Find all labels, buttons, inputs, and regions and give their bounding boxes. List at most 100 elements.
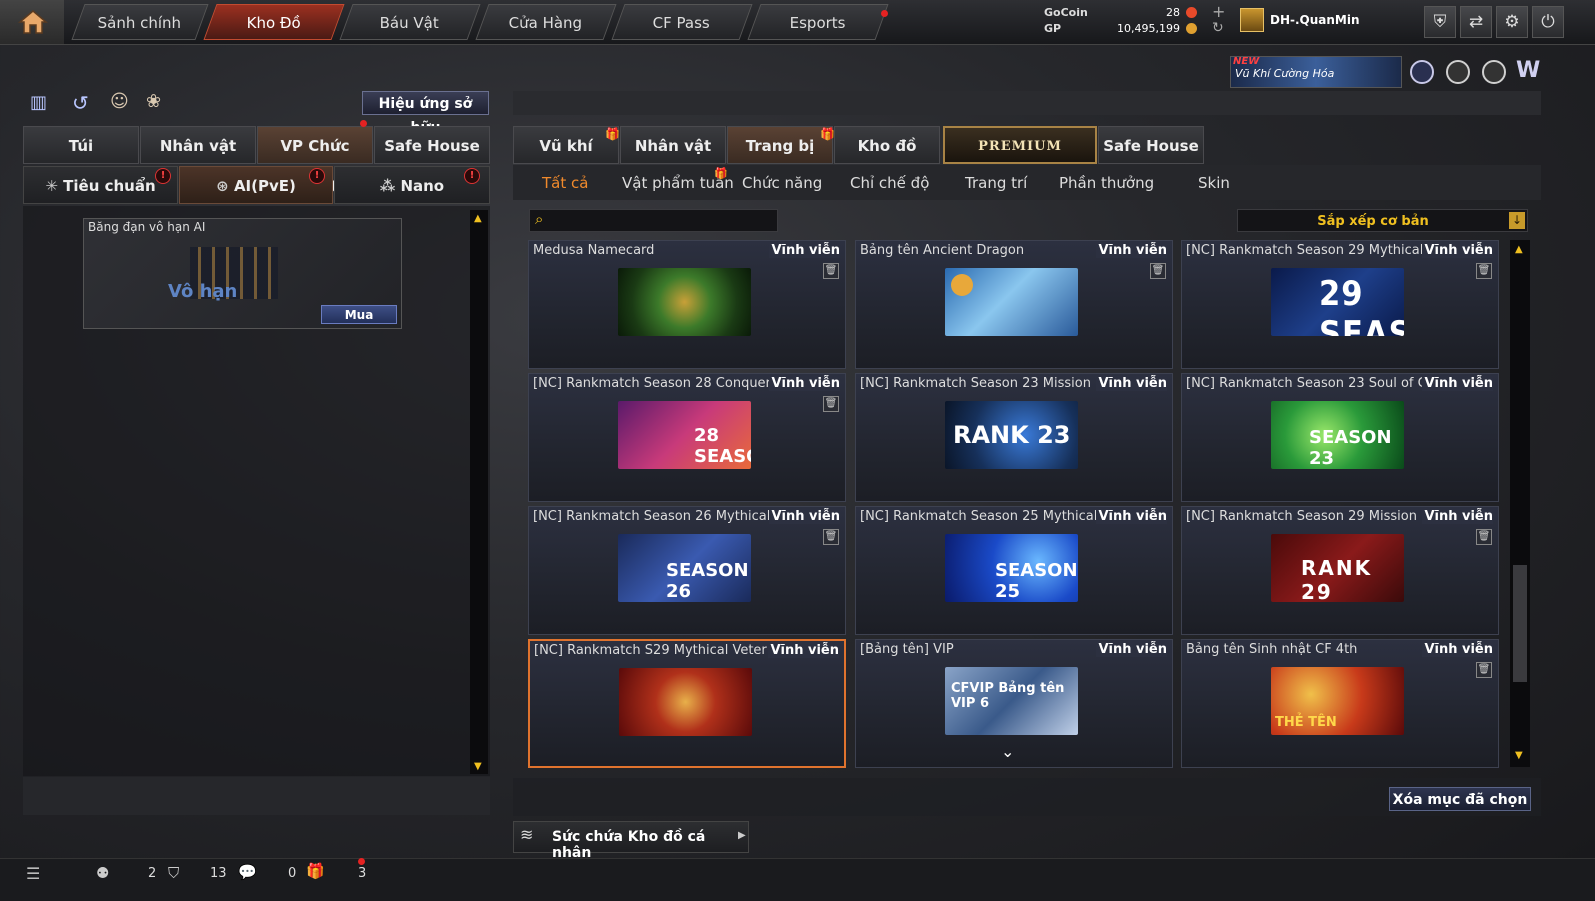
- birthday-art-text: THẺ TÊN: [1275, 715, 1337, 730]
- trash-icon[interactable]: 🗑: [1476, 529, 1492, 545]
- trash-icon[interactable]: 🗑: [823, 263, 839, 279]
- crosshair-icon[interactable]: [1482, 60, 1506, 84]
- category-mode-only[interactable]: Chỉ chế độ: [850, 170, 929, 196]
- trash-icon[interactable]: 🗑: [1476, 263, 1492, 279]
- item-card[interactable]: [NC] Rankmatch Season 23 Mission Vĩnh vi…: [855, 373, 1173, 502]
- item-duration: Vĩnh viễn: [769, 243, 840, 258]
- left-tab-character[interactable]: Nhân vật: [140, 126, 256, 164]
- nav-tab-shop[interactable]: Cửa Hàng: [475, 4, 617, 40]
- rank23-image: RANK 23: [945, 401, 1078, 469]
- trash-icon[interactable]: 🗑: [823, 529, 839, 545]
- item-card[interactable]: Bảng tên Ancient Dragon Vĩnh viễn 🗑: [855, 240, 1173, 369]
- left-scroll-down-icon[interactable]: ▼: [474, 761, 482, 772]
- grid-scroll-up-icon[interactable]: ▲: [1515, 244, 1523, 255]
- stats-icon[interactable]: ▥: [30, 92, 47, 113]
- character-icon[interactable]: ☺: [110, 91, 129, 112]
- nav-tab-esports[interactable]: Esports: [747, 4, 889, 40]
- nav-tab-cfpass[interactable]: CF Pass: [611, 4, 753, 40]
- left-scrollbar[interactable]: [470, 210, 488, 774]
- pet-icon[interactable]: ❀: [146, 91, 161, 112]
- item-card[interactable]: [NC] Rankmatch Season 28 Conquer Vĩnh vi…: [528, 373, 846, 502]
- left-tab-bag[interactable]: Túi: [23, 126, 139, 164]
- home-icon: [18, 10, 48, 34]
- gocoin-value: 28: [1166, 6, 1180, 19]
- left-scroll-up-icon[interactable]: ▲: [474, 213, 482, 224]
- trash-icon[interactable]: 🗑: [1150, 263, 1166, 279]
- birthday-image: THẺ TÊN: [1271, 667, 1404, 735]
- grid-scroll-down-icon[interactable]: ▼: [1515, 750, 1523, 761]
- item-name: [NC] Rankmatch Season 28 Conquer: [533, 376, 771, 391]
- clan-icon[interactable]: ⛉: [168, 864, 179, 882]
- expand-chevron-icon[interactable]: ⌄: [1001, 742, 1014, 761]
- category-all[interactable]: Tất cả: [542, 170, 588, 196]
- history-icon[interactable]: ↺: [72, 91, 89, 115]
- right-tab-weapons[interactable]: Vũ khí: [513, 126, 619, 164]
- new-badge: NEW: [1233, 56, 1260, 67]
- brand-w-icon[interactable]: W: [1516, 58, 1540, 83]
- right-header-bar: [513, 91, 1541, 115]
- category-skin[interactable]: Skin: [1198, 170, 1230, 196]
- owned-effects-button[interactable]: Hiệu ứng sở hữu: [362, 91, 489, 136]
- item-name: [NC] Rankmatch Season 26 Mythical: [533, 509, 771, 524]
- right-tab-character[interactable]: Nhân vật: [620, 126, 726, 164]
- trash-icon[interactable]: 🗑: [1476, 662, 1492, 678]
- gift-icon[interactable]: 🎁: [306, 862, 325, 880]
- weapon-upgrade-banner[interactable]: NEW Vũ Khí Cường Hóa: [1230, 56, 1402, 88]
- nav-tab-treasure[interactable]: Báu Vật: [339, 4, 481, 40]
- friends-icon[interactable]: ⚉: [96, 864, 109, 882]
- item-card[interactable]: [NC] Rankmatch Season 29 Mythical Vĩnh v…: [1181, 240, 1499, 369]
- right-tab-premium[interactable]: PREMIUM: [943, 126, 1097, 164]
- refresh-currency-icon[interactable]: ↻: [1212, 20, 1224, 36]
- menu-list-icon[interactable]: ☰: [26, 864, 40, 883]
- category-function[interactable]: Chức năng: [742, 170, 822, 196]
- item-card[interactable]: [NC] Rankmatch Season 25 Mythical Vĩnh v…: [855, 506, 1173, 635]
- item-card[interactable]: [Bảng tên] VIP Vĩnh viễn CFVIP Bảng tên …: [855, 639, 1173, 768]
- item-name: [NC] Rankmatch Season 29 Mission: [1186, 509, 1417, 524]
- nav-tab-lobby[interactable]: Sảnh chính: [71, 4, 209, 40]
- category-decoration[interactable]: Trang trí: [965, 170, 1027, 196]
- clan-shield-icon[interactable]: ⛨: [1424, 6, 1456, 38]
- capacity-panel[interactable]: ≋ Sức chứa Kho đồ cá nhân ▶: [513, 821, 749, 861]
- add-currency-icon[interactable]: +: [1212, 2, 1225, 21]
- search-icon: ⌕: [535, 210, 544, 228]
- grid-scrollbar[interactable]: [1510, 240, 1530, 767]
- search-input[interactable]: [556, 212, 775, 231]
- weapons-gift-icon: 🎁: [605, 127, 620, 141]
- sort-dropdown[interactable]: Sắp xếp cơ bản ↓: [1237, 209, 1528, 232]
- season29-art-text: 29 SEASON: [1319, 274, 1404, 336]
- item-card[interactable]: Bảng tên Sinh nhật CF 4th Vĩnh viễn 🗑 TH…: [1181, 639, 1499, 768]
- right-tab-equipment[interactable]: Trang bị: [727, 126, 833, 164]
- power-icon[interactable]: ⏻: [1532, 6, 1564, 38]
- item-card-selected[interactable]: [NC] Rankmatch S29 Mythical Veter Vĩnh v…: [528, 639, 846, 768]
- subtab-standard-label: Tiêu chuẩn: [63, 177, 156, 195]
- item-card[interactable]: [NC] Rankmatch Season 23 Soul of C Vĩnh …: [1181, 373, 1499, 502]
- gear-icon[interactable]: ⚙: [1496, 6, 1528, 38]
- trash-icon[interactable]: 🗑: [823, 396, 839, 412]
- username: DH-.QuanMin: [1270, 13, 1360, 27]
- vip-icon[interactable]: [1410, 60, 1434, 84]
- item-card[interactable]: [NC] Rankmatch Season 29 Mission Vĩnh vi…: [1181, 506, 1499, 635]
- weekly-gift-icon: 🎁: [714, 167, 728, 180]
- delete-selected-button[interactable]: Xóa mục đã chọn: [1389, 787, 1531, 811]
- category-rewards[interactable]: Phần thưởng: [1059, 170, 1154, 196]
- buy-button[interactable]: Mua: [321, 305, 397, 324]
- nav-tab-inventory[interactable]: Kho Đồ: [203, 4, 345, 40]
- left-tab-safe-house[interactable]: Safe House: [374, 126, 490, 164]
- subtab-ai-label: AI(PvE): [233, 177, 296, 195]
- vip-art-text: CFVIP Bảng tên VIP 6: [951, 681, 1065, 711]
- item-card[interactable]: [NC] Rankmatch Season 26 Mythical Vĩnh v…: [528, 506, 846, 635]
- left-tab-function-items[interactable]: VP Chức năng: [257, 126, 373, 193]
- infinite-overlay: Vô hạn: [168, 281, 238, 302]
- grid-scroll-thumb[interactable]: [1513, 565, 1527, 682]
- chat-icon[interactable]: 💬: [238, 863, 257, 881]
- home-button[interactable]: [0, 0, 64, 44]
- friends-count: 2: [148, 866, 157, 881]
- right-tab-storage[interactable]: Kho đồ: [834, 126, 940, 164]
- ai-ammo-card[interactable]: Băng đạn vô hạn AI Vô hạn Mua: [83, 218, 402, 329]
- globe-icon[interactable]: [1446, 60, 1470, 84]
- item-card[interactable]: Medusa Namecard Vĩnh viễn 🗑: [528, 240, 846, 369]
- right-tab-safe-house[interactable]: Safe House: [1098, 126, 1204, 164]
- ai-ammo-name: Băng đạn vô hạn AI: [88, 220, 206, 234]
- search-box[interactable]: ⌕: [529, 209, 778, 232]
- switch-icon[interactable]: ⇄: [1460, 6, 1492, 38]
